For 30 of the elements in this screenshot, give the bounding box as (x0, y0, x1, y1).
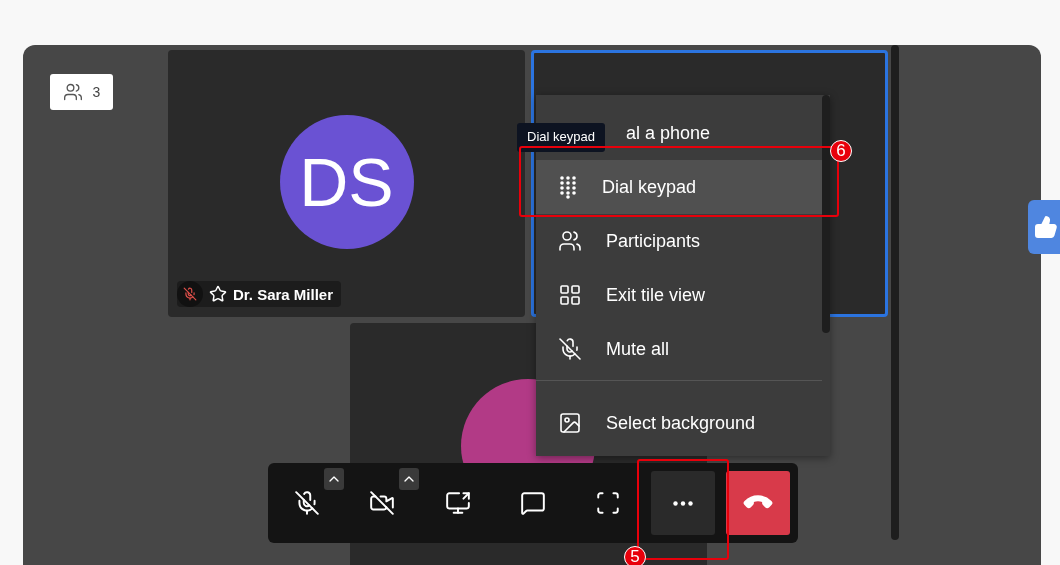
menu-item[interactable]: Mute all (536, 322, 822, 376)
screen-share-icon (445, 490, 471, 516)
keypad-icon (558, 175, 578, 199)
caret-icon[interactable] (324, 468, 344, 490)
menu-item[interactable]: Participants (536, 214, 822, 268)
thumbs-up-icon (1034, 215, 1058, 239)
fullscreen-icon (595, 490, 621, 516)
people-icon (62, 82, 83, 102)
feedback-tab[interactable] (1028, 200, 1060, 254)
menu-item[interactable]: Exit tile view (536, 268, 822, 322)
menu-item[interactable]: Dial keypad (536, 160, 822, 214)
scrollbar[interactable] (891, 45, 899, 540)
participant-count: 3 (92, 84, 101, 100)
people-icon (558, 229, 582, 253)
participant-count-badge[interactable]: 3 (50, 74, 113, 110)
menu-item[interactable]: Select background (536, 396, 822, 450)
avatar: DS (279, 114, 414, 249)
more-icon (673, 500, 693, 506)
hang-up-button[interactable] (726, 471, 790, 535)
camera-off-icon (369, 490, 395, 516)
mic-off-icon (558, 337, 582, 361)
participant-name: Dr. Sara Miller (233, 285, 334, 303)
tooltip: Dial keypad (517, 123, 605, 152)
caret-icon[interactable] (399, 468, 419, 490)
star-icon (209, 285, 227, 303)
image-icon (558, 411, 582, 435)
mic-off-icon (294, 490, 320, 516)
grid-icon (558, 283, 582, 307)
chat-icon (520, 490, 546, 516)
menu-scrollbar[interactable] (822, 95, 830, 333)
